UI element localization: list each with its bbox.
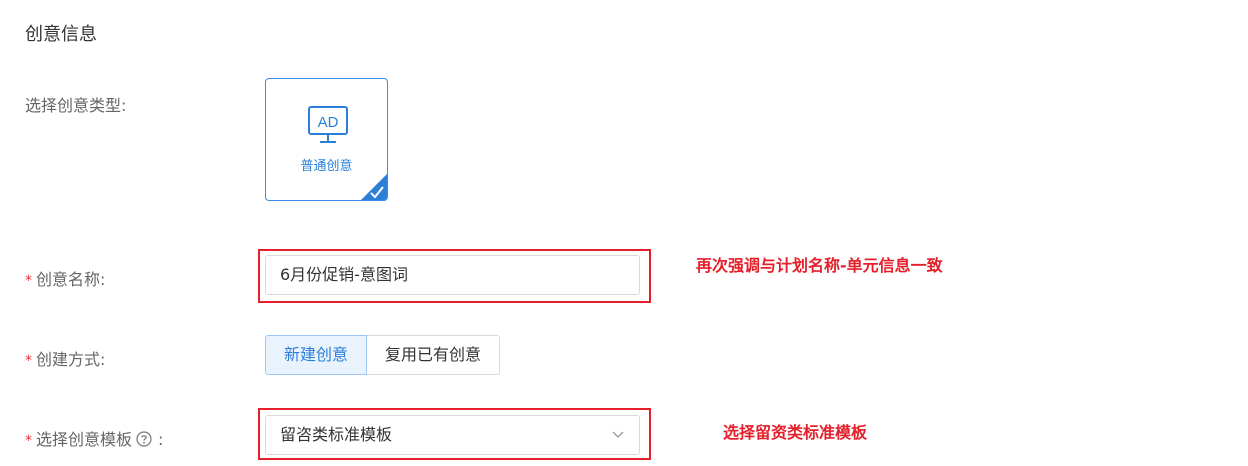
template-label-text: 选择创意模板 xyxy=(36,430,133,449)
creation-method-toggle: 新建创意 复用已有创意 xyxy=(265,335,501,375)
selected-check-icon xyxy=(361,174,387,200)
template-select-value: 留咨类标准模板 xyxy=(280,425,393,444)
section-title: 创意信息 xyxy=(25,24,97,45)
template-label-colon: : xyxy=(158,430,164,449)
chevron-down-icon xyxy=(612,431,624,438)
creative-name-label: * 创意名称: xyxy=(25,266,105,290)
required-mark: * xyxy=(25,433,32,449)
template-select[interactable]: 留咨类标准模板 xyxy=(265,415,640,455)
help-circle-icon[interactable] xyxy=(136,431,152,447)
template-label: * 选择创意模板 : xyxy=(25,426,163,450)
creation-method-label: * 创建方式: xyxy=(25,346,105,370)
creative-type-card-normal[interactable]: AD 普通创意 xyxy=(265,78,388,201)
ad-text: AD xyxy=(318,114,339,131)
required-mark: * xyxy=(25,353,32,369)
creative-name-label-text: 创意名称: xyxy=(36,270,106,289)
new-creative-button[interactable]: 新建创意 xyxy=(265,335,368,375)
creation-method-label-text: 创建方式: xyxy=(36,350,106,369)
creative-name-input[interactable]: 6月份促销-意图词 xyxy=(265,255,640,295)
creative-type-card-label: 普通创意 xyxy=(300,159,353,174)
annotation-name-note: 再次强调与计划名称-单元信息一致 xyxy=(696,256,943,275)
required-mark: * xyxy=(25,273,32,289)
reuse-creative-button[interactable]: 复用已有创意 xyxy=(367,335,501,375)
creative-type-label: 选择创意类型: xyxy=(25,96,127,115)
ad-monitor-icon: AD xyxy=(308,106,348,143)
annotation-template-note: 选择留资类标准模板 xyxy=(723,423,868,442)
